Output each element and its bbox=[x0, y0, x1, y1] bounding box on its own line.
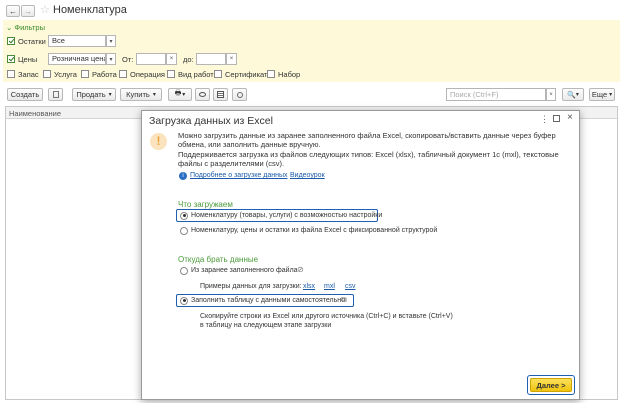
chevron-down-icon: ▾ bbox=[152, 92, 156, 98]
what-option2-label: Номенклатуру, цены и остатки из файла Ex… bbox=[191, 227, 438, 234]
info-line-2: обмена, или заполнить данные вручную. bbox=[178, 140, 321, 149]
print-button[interactable]: 🖶 ▾ bbox=[168, 88, 192, 101]
table-icon bbox=[217, 91, 224, 98]
what-option2-radio[interactable] bbox=[180, 227, 188, 235]
search-input[interactable]: Поиск (Ctrl+F) bbox=[446, 88, 546, 101]
type-checkbox-rabota[interactable] bbox=[81, 70, 89, 78]
type-checkbox-usluga[interactable] bbox=[43, 70, 51, 78]
page-title: Номенклатура bbox=[53, 4, 127, 16]
filters-header[interactable]: ⌄ Фильтры bbox=[6, 23, 45, 32]
price-to-input[interactable] bbox=[196, 53, 226, 65]
copy-icon bbox=[52, 91, 59, 98]
chevron-down-icon: ▾ bbox=[108, 92, 112, 98]
buy-button[interactable]: Купить ▾ bbox=[120, 88, 162, 101]
what-option1-label: Номенклатуру (товары, услуги) с возможно… bbox=[191, 212, 383, 219]
settings-button[interactable] bbox=[232, 88, 247, 101]
type-label-rabota: Работа bbox=[92, 70, 117, 79]
ceny-label: Цены bbox=[18, 55, 38, 64]
example-mxl-link[interactable]: mxl bbox=[324, 283, 335, 290]
column-header-name[interactable]: Наименование bbox=[9, 109, 61, 118]
type-label-nabor: Набор bbox=[278, 70, 301, 79]
search-clear-button[interactable]: × bbox=[546, 88, 556, 101]
price-from-label: От: bbox=[122, 55, 134, 64]
where-option2-radio[interactable] bbox=[180, 296, 188, 305]
chevron-down-icon: ⌄ bbox=[6, 23, 13, 32]
type-label-operaciya: Операция bbox=[130, 70, 165, 79]
price-from-clear-button[interactable]: × bbox=[166, 53, 177, 65]
type-label-sertifikat: Сертификат bbox=[225, 70, 268, 79]
help-icon: i bbox=[179, 172, 187, 180]
arrow-left-icon: ← bbox=[9, 6, 17, 16]
chevron-down-icon: ▾ bbox=[109, 38, 113, 45]
close-icon[interactable]: × bbox=[567, 112, 573, 123]
gear-icon bbox=[236, 91, 243, 98]
chevron-down-icon: ▾ bbox=[609, 92, 613, 98]
report-button[interactable] bbox=[213, 88, 228, 101]
ostatki-select[interactable]: Все bbox=[48, 35, 106, 47]
maximize-icon[interactable] bbox=[553, 115, 560, 122]
info-line-3: Поддерживается загрузка из файлов следую… bbox=[178, 150, 559, 159]
example-csv-link[interactable]: csv bbox=[345, 283, 356, 290]
price-from-input[interactable] bbox=[136, 53, 166, 65]
arrow-right-icon: → bbox=[24, 6, 32, 16]
where-option1-label: Из заранее заполненного файла bbox=[191, 267, 298, 274]
where-option1-radio[interactable] bbox=[180, 267, 188, 275]
type-label-usluga: Услуга bbox=[54, 70, 77, 79]
ostatki-label: Остатки bbox=[18, 37, 46, 46]
type-checkbox-nabor[interactable] bbox=[267, 70, 275, 78]
ceny-select[interactable]: Розничная цена bbox=[48, 53, 106, 65]
chevron-down-icon: ▾ bbox=[109, 56, 113, 63]
examples-label: Примеры данных для загрузки: bbox=[200, 283, 302, 290]
chevron-down-icon: ▾ bbox=[182, 92, 186, 98]
clipboard-icon: ⧉ bbox=[341, 295, 347, 304]
ceny-dropdown-button[interactable]: ▾ bbox=[106, 53, 116, 65]
forward-button[interactable]: → bbox=[21, 5, 35, 17]
where-option2-label: Заполнить таблицу с данными самостоятель… bbox=[191, 297, 346, 304]
type-checkbox-zapas[interactable] bbox=[7, 70, 15, 78]
section-where-heading: Откуда брать данные bbox=[178, 255, 259, 264]
sell-button[interactable]: Продать ▾ bbox=[72, 88, 116, 101]
more-button[interactable]: Еще ▾ bbox=[589, 88, 615, 101]
dialog-title: Загрузка данных из Excel bbox=[149, 115, 273, 127]
type-label-vid-rabot: Вид работ bbox=[178, 70, 214, 79]
dialog-more-icon[interactable]: ⋮ bbox=[540, 114, 549, 125]
close-icon: × bbox=[229, 56, 234, 62]
view-button[interactable] bbox=[195, 88, 210, 101]
printer-icon: 🖶 bbox=[174, 90, 182, 97]
ostatki-checkbox[interactable] bbox=[7, 37, 15, 45]
close-icon: × bbox=[169, 56, 174, 62]
attach-icon: ⊘ bbox=[297, 265, 304, 274]
type-label-zapas: Запас bbox=[18, 70, 39, 79]
type-checkbox-vid-rabot[interactable] bbox=[167, 70, 175, 78]
favorite-star-icon[interactable]: ☆ bbox=[40, 3, 50, 16]
link-more-about-import[interactable]: Подробнее о загрузке данных bbox=[190, 172, 287, 179]
type-checkbox-operaciya[interactable] bbox=[119, 70, 127, 78]
back-button[interactable]: ← bbox=[6, 5, 20, 17]
info-icon: ! bbox=[150, 133, 167, 150]
type-checkbox-sertifikat[interactable] bbox=[214, 70, 222, 78]
chevron-down-icon: ▾ bbox=[575, 92, 579, 98]
search-button[interactable]: 🔍 ▾ bbox=[562, 88, 584, 101]
eye-icon bbox=[199, 92, 206, 97]
price-to-label: до: bbox=[183, 55, 194, 64]
copy-button[interactable] bbox=[48, 88, 63, 101]
info-line-1: Можно загрузить данные из заранее заполн… bbox=[178, 131, 556, 140]
link-video[interactable]: Видеоурок bbox=[290, 172, 325, 179]
price-to-clear-button[interactable]: × bbox=[226, 53, 237, 65]
create-button[interactable]: Создать bbox=[7, 88, 43, 101]
what-option1-radio[interactable] bbox=[180, 211, 188, 220]
ceny-checkbox[interactable] bbox=[7, 55, 15, 63]
example-xlsx-link[interactable]: xlsx bbox=[303, 283, 315, 290]
hint-line-2: в таблицу на следующем этапе загрузки bbox=[200, 322, 332, 329]
search-icon: 🔍 bbox=[567, 91, 576, 99]
ostatki-dropdown-button[interactable]: ▾ bbox=[106, 35, 116, 47]
next-button[interactable]: Далее > bbox=[530, 378, 572, 392]
close-icon: × bbox=[549, 91, 553, 98]
hint-line-1: Скопируйте строки из Excel или другого и… bbox=[200, 313, 453, 320]
info-line-4: файлы с разделителями (csv). bbox=[178, 159, 285, 168]
section-what-heading: Что загружаем bbox=[178, 200, 233, 209]
